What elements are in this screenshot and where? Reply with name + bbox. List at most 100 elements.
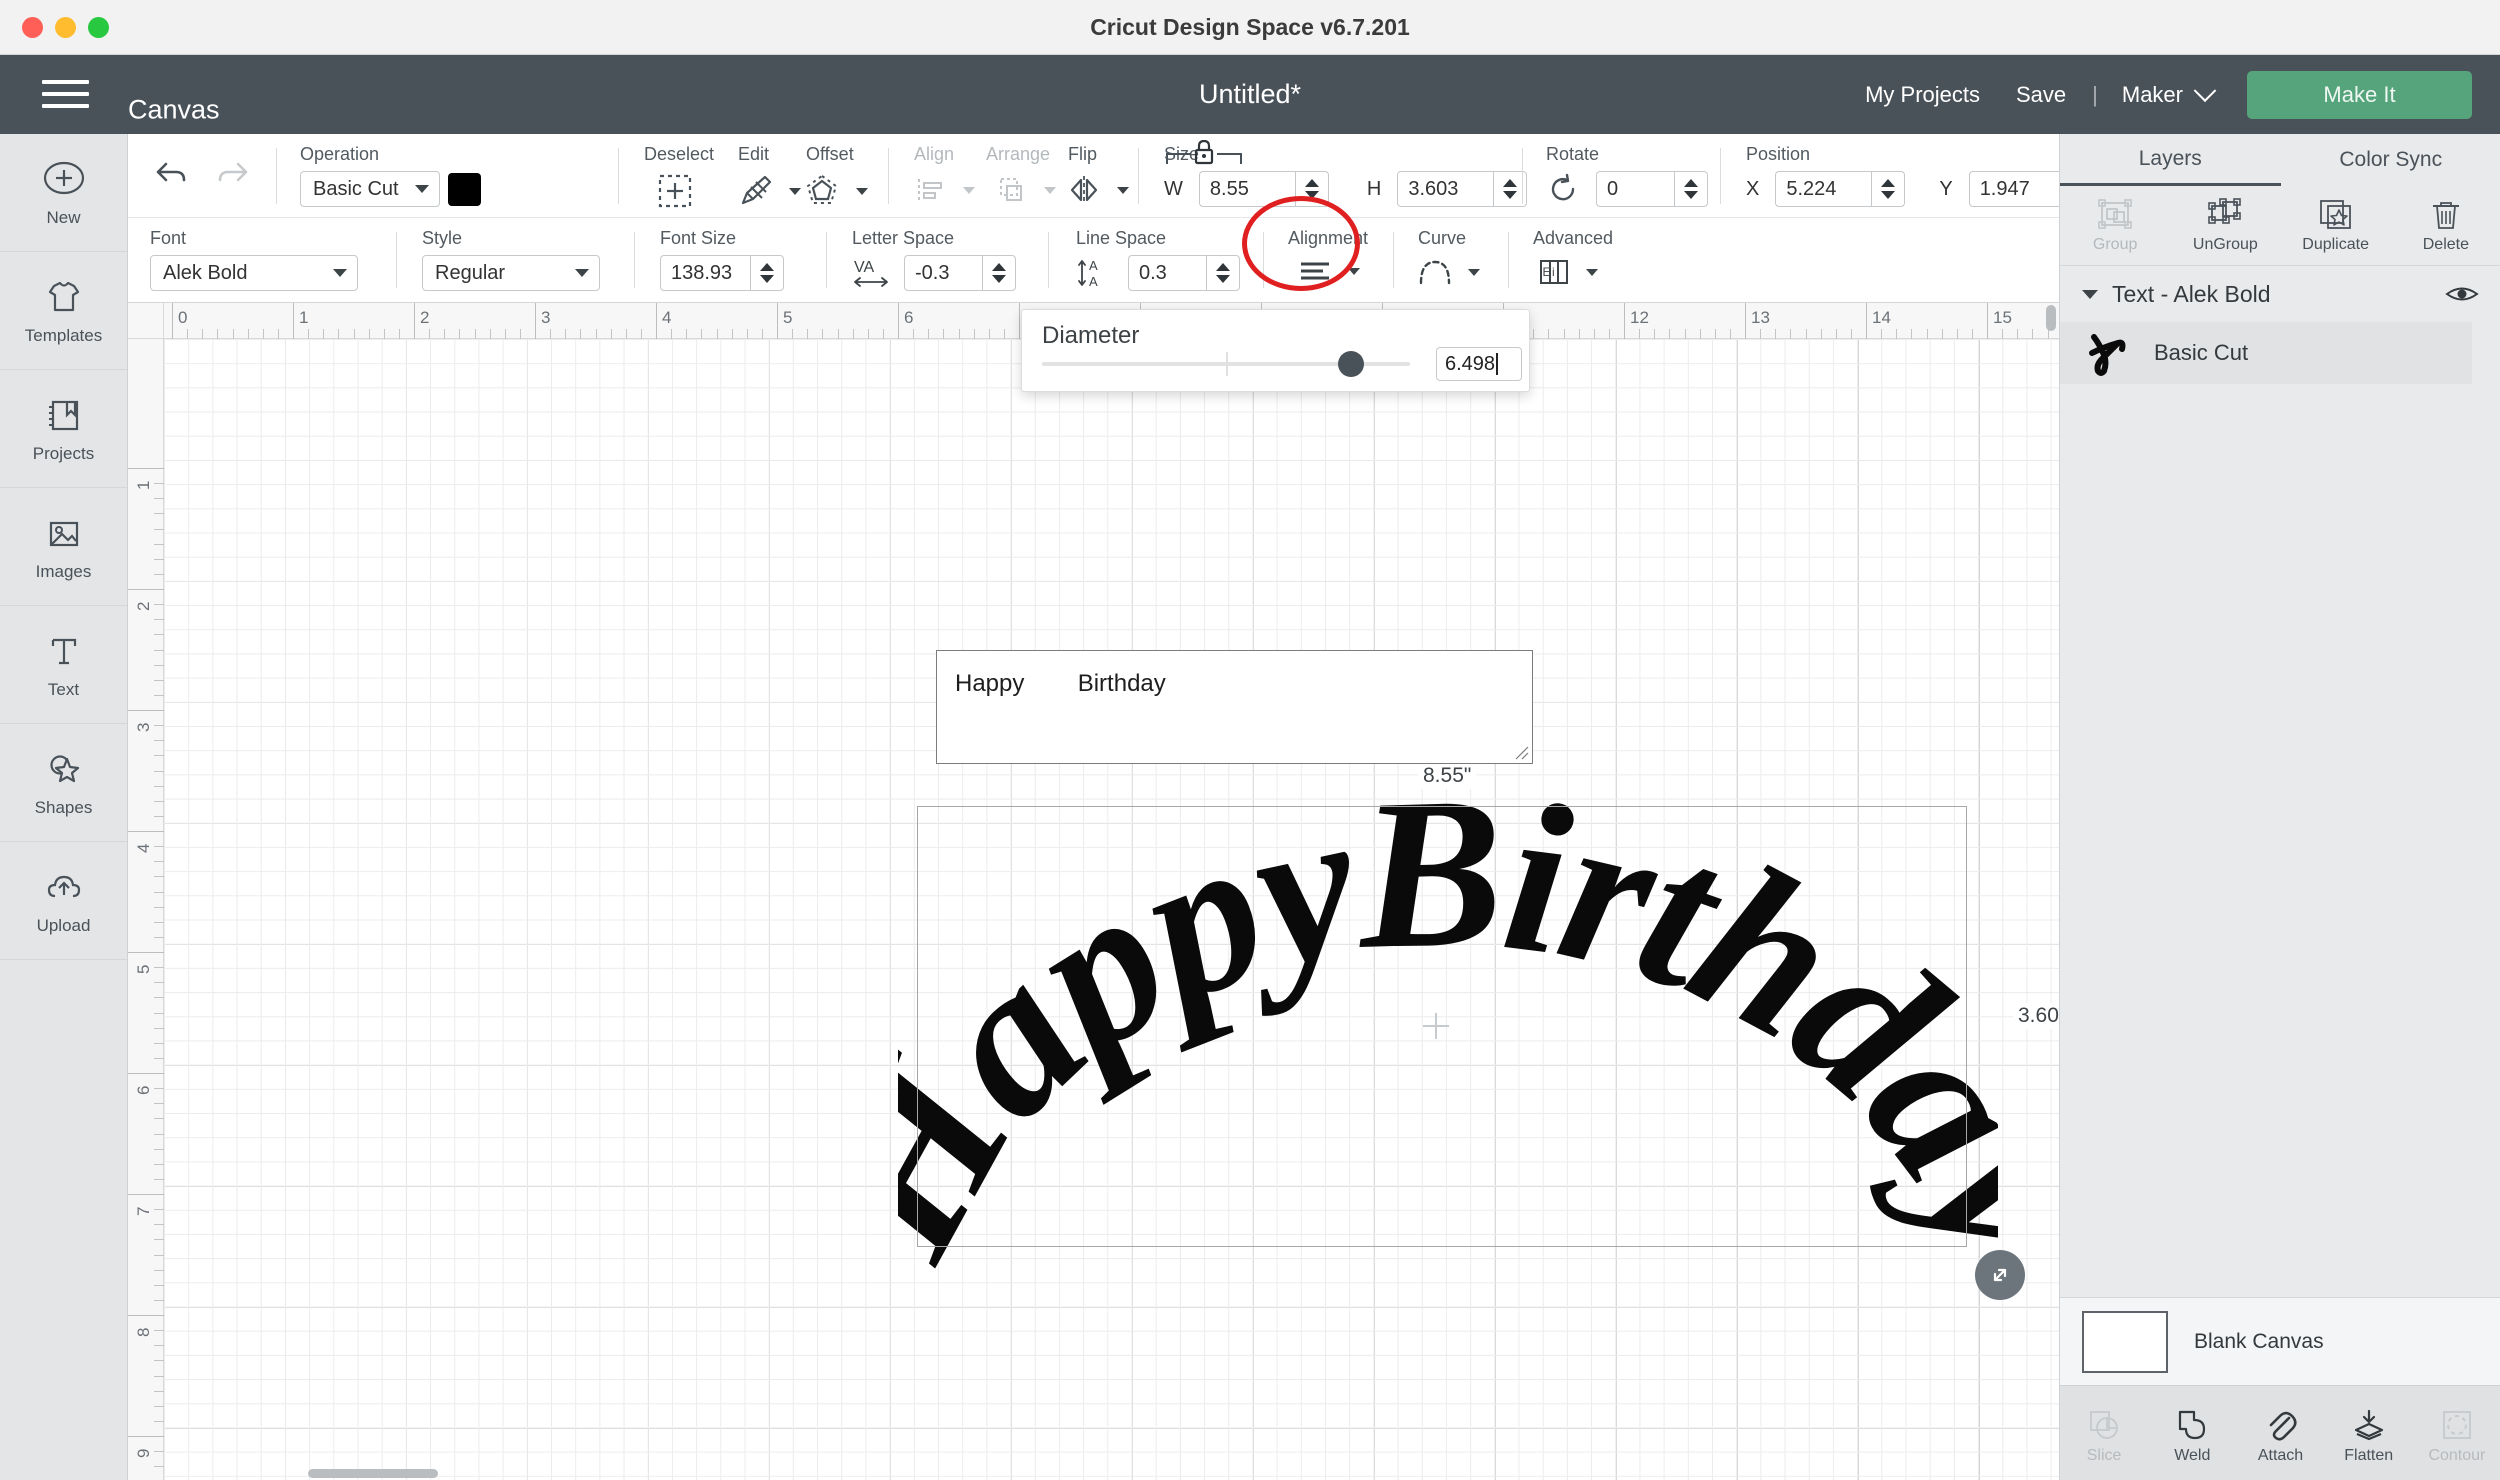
lock-icon[interactable] <box>1165 140 1243 166</box>
position-label: Position <box>1746 144 1811 164</box>
rail-item-templates[interactable]: Templates <box>0 252 127 370</box>
resize-handle[interactable] <box>1975 1250 2025 1300</box>
font-size-field[interactable]: 138.93 <box>660 255 784 291</box>
weld-button[interactable]: Weld <box>2148 1386 2236 1480</box>
size-width-stepper[interactable] <box>1294 171 1329 207</box>
tab-color-sync[interactable]: Color Sync <box>2281 134 2500 186</box>
offset-button[interactable] <box>802 171 868 211</box>
alignment-button[interactable] <box>1296 255 1360 287</box>
size-width-value[interactable]: 8.55 <box>1198 171 1295 207</box>
letter-space-stepper[interactable] <box>982 255 1016 291</box>
collapse-triangle-icon[interactable] <box>2082 289 2098 299</box>
ruler-minor-tick <box>154 543 164 545</box>
position-x-value[interactable]: 5.224 <box>1775 171 1872 207</box>
rotate-icon[interactable] <box>1546 172 1580 206</box>
ruler-minor-tick <box>1835 329 1837 339</box>
line-space-stepper[interactable] <box>1206 255 1240 291</box>
duplicate-button[interactable]: Duplicate <box>2281 186 2391 265</box>
letter-space-field[interactable]: -0.3 <box>904 255 1016 291</box>
ruler-minor-tick <box>154 1330 164 1332</box>
contour-button[interactable]: Contour <box>2413 1386 2500 1480</box>
ruler-label: 12 <box>1630 308 1649 327</box>
operation-select[interactable]: Basic Cut <box>300 171 440 207</box>
ruler-minor-tick <box>1684 329 1686 339</box>
window-title-bar: Cricut Design Space v6.7.201 <box>0 0 2500 55</box>
letter-space-icon: VA <box>854 259 888 287</box>
ruler-minor-tick <box>1760 329 1762 339</box>
flip-button[interactable] <box>1065 171 1129 209</box>
ruler-minor-tick <box>154 891 164 893</box>
rail-item-upload[interactable]: Upload <box>0 842 127 960</box>
ruler-label: 5 <box>783 308 793 327</box>
font-size-value[interactable]: 138.93 <box>660 255 750 291</box>
canvas-color-swatch[interactable] <box>2082 1310 2168 1373</box>
text-edit-value[interactable]: Happy Birthday <box>955 670 1166 698</box>
rotate-value[interactable]: 0 <box>1596 171 1674 207</box>
deselect-icon[interactable] <box>655 171 695 211</box>
ruler-minor-tick <box>1003 329 1005 339</box>
text-edit-box[interactable]: Happy Birthday <box>936 650 1533 764</box>
save-button[interactable]: Save <box>1998 82 2084 108</box>
curve-button[interactable] <box>1416 255 1480 289</box>
rail-item-projects[interactable]: Projects <box>0 370 127 488</box>
horizontal-scrollbar-thumb[interactable] <box>308 1469 438 1478</box>
font-size-stepper[interactable] <box>750 255 784 291</box>
eye-icon[interactable] <box>2445 282 2479 306</box>
textbox-resize-grip-icon[interactable] <box>1513 744 1529 760</box>
rotate-field[interactable]: 0 <box>1596 171 1708 207</box>
group-button[interactable]: Group <box>2060 186 2170 265</box>
size-width-field[interactable]: 8.55 <box>1198 171 1329 207</box>
redo-icon[interactable] <box>214 156 254 190</box>
ruler-minor-tick <box>1669 329 1671 339</box>
layer-row[interactable]: Basic Cut <box>2060 322 2472 384</box>
ruler-minor-tick <box>154 770 164 772</box>
my-projects-link[interactable]: My Projects <box>1847 82 1998 108</box>
ruler-minor-tick <box>154 755 164 757</box>
vertical-scrollbar-thumb[interactable] <box>2046 305 2056 331</box>
ruler-minor-tick <box>852 329 854 339</box>
ruler-label: 4 <box>662 308 672 327</box>
attach-button[interactable]: Attach <box>2236 1386 2324 1480</box>
layer-group-header[interactable]: Text - Alek Bold <box>2060 266 2500 322</box>
diameter-slider-knob[interactable] <box>1338 351 1365 377</box>
make-it-button[interactable]: Make It <box>2247 70 2472 119</box>
edit-button[interactable] <box>735 171 801 211</box>
ungroup-button[interactable]: UnGroup <box>2170 186 2280 265</box>
rotate-stepper[interactable] <box>1674 171 1708 207</box>
tab-layers[interactable]: Layers <box>2060 134 2281 186</box>
ruler-minor-tick <box>595 329 597 339</box>
delete-button[interactable]: Delete <box>2391 186 2500 265</box>
align-button[interactable] <box>911 171 975 209</box>
operation-color-swatch[interactable] <box>448 172 481 206</box>
shapes-star-icon <box>49 754 79 782</box>
diameter-input[interactable]: 6.498 <box>1436 347 1522 381</box>
diameter-popup[interactable]: Diameter 6.498 <box>1021 309 1530 392</box>
arrange-button[interactable] <box>992 171 1056 209</box>
size-height-value[interactable]: 3.603 <box>1397 171 1494 207</box>
line-space-value[interactable]: 0.3 <box>1128 255 1206 291</box>
advanced-button[interactable]: E i <box>1536 255 1598 289</box>
letter-space-value[interactable]: -0.3 <box>904 255 982 291</box>
style-label: Style <box>422 228 463 248</box>
trash-icon <box>2432 201 2459 229</box>
rail-item-text[interactable]: Text <box>0 606 127 724</box>
ruler-minor-tick <box>1775 329 1777 339</box>
machine-selector[interactable]: Maker <box>2106 78 2229 108</box>
size-height-field[interactable]: 3.603 <box>1397 171 1528 207</box>
style-select[interactable]: Regular <box>422 255 600 291</box>
canvas-area[interactable]: HappyBirthday 8.55" 3.603" Happy Birthda… <box>128 303 2059 1480</box>
slice-button[interactable]: Slice <box>2060 1386 2148 1480</box>
rail-item-new[interactable]: New <box>0 134 127 252</box>
ruler-tick <box>128 468 164 469</box>
line-space-field[interactable]: 0.3 <box>1128 255 1240 291</box>
position-x-stepper[interactable] <box>1871 171 1906 207</box>
flatten-button[interactable]: Flatten <box>2325 1386 2413 1480</box>
rail-item-images[interactable]: Images <box>0 488 127 606</box>
rail-item-label: Templates <box>24 325 103 345</box>
font-select[interactable]: Alek Bold <box>150 255 358 291</box>
position-x-field[interactable]: 5.224 <box>1775 171 1906 207</box>
canvas-background-row[interactable]: Blank Canvas <box>2060 1297 2500 1385</box>
undo-icon[interactable] <box>150 156 190 190</box>
rail-item-shapes[interactable]: Shapes <box>0 724 127 842</box>
position-y-value[interactable]: 1.947 <box>1968 171 2065 207</box>
